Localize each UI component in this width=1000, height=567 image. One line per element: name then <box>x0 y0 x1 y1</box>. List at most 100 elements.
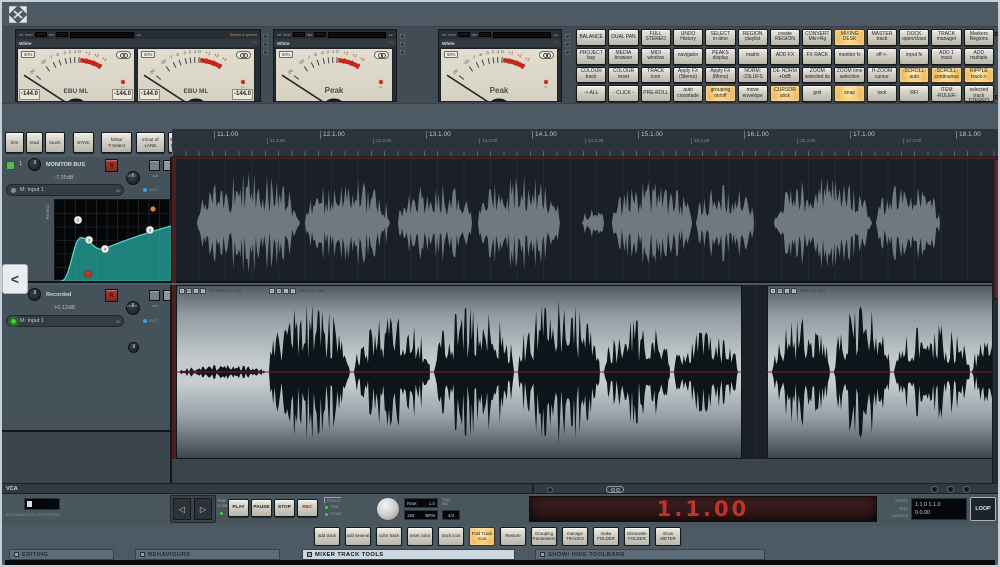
toolbar-button-in-out-of-lane[interactable]: in/out of LANE <box>136 132 165 153</box>
grid-button-track-manager[interactable]: TRACK manager <box>931 29 961 46</box>
toolbar-button-sync[interactable]: SYNC <box>73 132 94 153</box>
eq-graph[interactable]: 23451 <box>54 199 170 280</box>
grid-button-item-ruler[interactable]: ITEM -RULER- <box>931 85 961 102</box>
item-button-icon[interactable]: ≡ <box>770 288 776 294</box>
grid-button-matrix[interactable]: matrix <box>738 48 768 65</box>
track-tool-track-icon[interactable]: track icon <box>438 527 464 546</box>
grid-button-select-in-time[interactable]: SELECT in-time <box>705 29 735 46</box>
ref-level-field[interactable] <box>293 32 305 37</box>
dev-field[interactable] <box>479 32 491 37</box>
item-button-icon[interactable]: | <box>784 288 790 294</box>
meter-window-header[interactable]: ref. level dev ◂ ▸ <box>274 30 396 39</box>
item-header[interactable]: ≡M|TREC-01.wav <box>770 287 826 294</box>
reference-scale-chip[interactable]: 60% <box>444 51 458 58</box>
play-button[interactable]: PLAY <box>228 499 249 517</box>
grid-button-h-zoom-cursor[interactable]: H-ZOOM cursor <box>867 67 897 84</box>
ref-level-field[interactable] <box>458 32 470 37</box>
grid-button-dock-open-close[interactable]: DOCK open/close <box>899 29 929 46</box>
grid-button-undo-history[interactable]: UNDO History <box>673 29 703 46</box>
grid-button-pre-roll[interactable]: PRE-ROLL <box>641 85 671 102</box>
go-to-start-button[interactable]: ◁ <box>173 498 191 520</box>
solo-button[interactable] <box>163 290 171 301</box>
reference-scale-chip[interactable]: 60% <box>141 51 155 58</box>
panel-collapse-button[interactable]: < <box>2 264 28 294</box>
grid-button-midi-window[interactable]: MIDI window <box>641 48 671 65</box>
dev-field[interactable] <box>56 32 68 37</box>
preset-arrows-icon[interactable]: ◂ ▸ <box>553 33 558 37</box>
grid-button-cursor-stick[interactable]: CURSOR stick <box>770 85 800 102</box>
meter-window-header[interactable]: ref. level dev ◂ ▸ Setups & options <box>16 30 260 39</box>
track-volume[interactable]: -7.35dB <box>54 175 74 181</box>
grid-button-rfi[interactable]: RFI <box>899 85 929 102</box>
track-tool-show-meter[interactable]: show METER <box>655 527 681 546</box>
track-tool-restore[interactable]: Restore <box>500 527 526 546</box>
stereo-link-icon[interactable] <box>539 51 554 59</box>
grid-button-auto-crossfade[interactable]: auto crossfade <box>673 85 703 102</box>
item-header[interactable]: ≡M|TREC-01.wav <box>269 287 325 294</box>
grid-button-balance[interactable]: BALANCE <box>576 29 606 46</box>
item-button-icon[interactable]: | <box>283 288 289 294</box>
grid-button-media-browser[interactable]: MEDIA browser <box>608 48 638 65</box>
grid-button-peaks-display[interactable]: PEAKS display <box>705 48 735 65</box>
punch-items-label[interactable]: ITEMS <box>330 512 342 516</box>
window-chrome-icons[interactable] <box>400 34 405 55</box>
transport-option-icon[interactable] <box>947 486 954 493</box>
grid-button-norm-23lufs[interactable]: NORM: -23LUFS <box>738 67 768 84</box>
grid-button-all[interactable]: -> ALL <box>576 85 606 102</box>
reference-scale-chip[interactable]: 60% <box>21 51 35 58</box>
tab-mixer-track-tools[interactable]: MIXER TRACK TOOLS <box>302 549 515 560</box>
scrollbar-thumb[interactable] <box>994 159 1000 299</box>
tab-show-hide-toolbars[interactable]: SHOW/ HIDE TOOLBARS <box>535 549 765 560</box>
track-tool-add-track[interactable]: add track <box>314 527 340 546</box>
grid-button-apply-fx-mono[interactable]: Apply FX (Mono) <box>705 67 735 84</box>
grid-button-markers-regions[interactable]: Markers Regions <box>964 29 994 46</box>
item-button-icon[interactable]: T <box>290 288 296 294</box>
range-display[interactable]: 1.1.0 1.1.0 0.0.00 <box>911 498 967 520</box>
pan-knob[interactable] <box>28 288 41 301</box>
item-header[interactable]: ≡M|T<< REC-01.wav <box>179 287 241 294</box>
item-button-icon[interactable]: ≡ <box>179 288 185 294</box>
track-lane-2[interactable]: ≡M|T<< REC-01.wav ≡M|TREC-01.wav ≡M|TREC… <box>172 285 992 459</box>
stereo-link-icon[interactable] <box>374 51 389 59</box>
bpm-display[interactable]: 160BPM <box>404 510 438 520</box>
fx-name-vertical[interactable]: ReaEQ <box>45 205 50 219</box>
stop-button[interactable]: STOP <box>274 499 295 517</box>
track-tool-manage-tracks[interactable]: manage TRACKS <box>562 527 588 546</box>
grid-button-add-multiple[interactable]: ADD multiple <box>964 48 994 65</box>
item-button-icon[interactable]: M <box>276 288 282 294</box>
grid-button-colour-reset[interactable]: COLOUR reset <box>608 67 638 84</box>
item-button-icon[interactable]: T <box>200 288 206 294</box>
toolbar-button-touch[interactable]: touch <box>45 132 65 153</box>
item-button-icon[interactable]: T <box>791 288 797 294</box>
mute-button[interactable] <box>149 160 160 171</box>
grid-button-project-bay[interactable]: PROJECT bay <box>576 48 606 65</box>
grid-button-grouping-on-off[interactable]: grouping on/off <box>705 85 735 102</box>
grid-button-lock[interactable]: lock <box>867 85 897 102</box>
grid-button-ripple-track[interactable]: RIPPLE track-> <box>964 67 994 84</box>
item-button-icon[interactable]: M <box>186 288 192 294</box>
preset-arrows-icon[interactable]: ◂ ▸ <box>388 33 393 37</box>
track-tool-dismantle-folder[interactable]: Dismantle FOLDER <box>624 527 650 546</box>
grid-button-create-region[interactable]: create REGION <box>770 29 800 46</box>
grid-button-click[interactable]: - CLICK - <box>608 85 638 102</box>
item-button-icon[interactable]: ≡ <box>269 288 275 294</box>
pan-knob[interactable] <box>28 158 41 171</box>
grid-button-region-playlist[interactable]: REGION playlist <box>738 29 768 46</box>
track-tool-add-several[interactable]: add several <box>345 527 371 546</box>
grid-button-scroll-continuous[interactable]: -SCROLL- continuous <box>931 67 961 84</box>
transport-option-icon[interactable] <box>931 486 938 493</box>
stereo-link-icon[interactable] <box>236 51 251 59</box>
grid-button-set-selected-track-stereo[interactable]: Set selected track STEREO <box>964 85 994 102</box>
grid-button-add-fx[interactable]: ADD FX <box>770 48 800 65</box>
stereo-pair-icon[interactable] <box>606 486 624 493</box>
item-button-icon[interactable]: | <box>193 288 199 294</box>
transport-option-icon[interactable] <box>963 486 970 493</box>
grid-button-zoom-time-selection[interactable]: ZOOM time selection <box>834 67 864 84</box>
solo-button[interactable] <box>163 160 171 171</box>
grid-button-move-envelope[interactable]: move envelope <box>738 85 768 102</box>
loop-button[interactable]: LOOP <box>970 497 996 521</box>
timesig-display[interactable]: 4/4 <box>442 510 460 520</box>
options-label[interactable]: Setups & options <box>230 33 257 37</box>
item-button-icon[interactable]: M <box>777 288 783 294</box>
track-name[interactable]: Recorded <box>46 292 71 298</box>
